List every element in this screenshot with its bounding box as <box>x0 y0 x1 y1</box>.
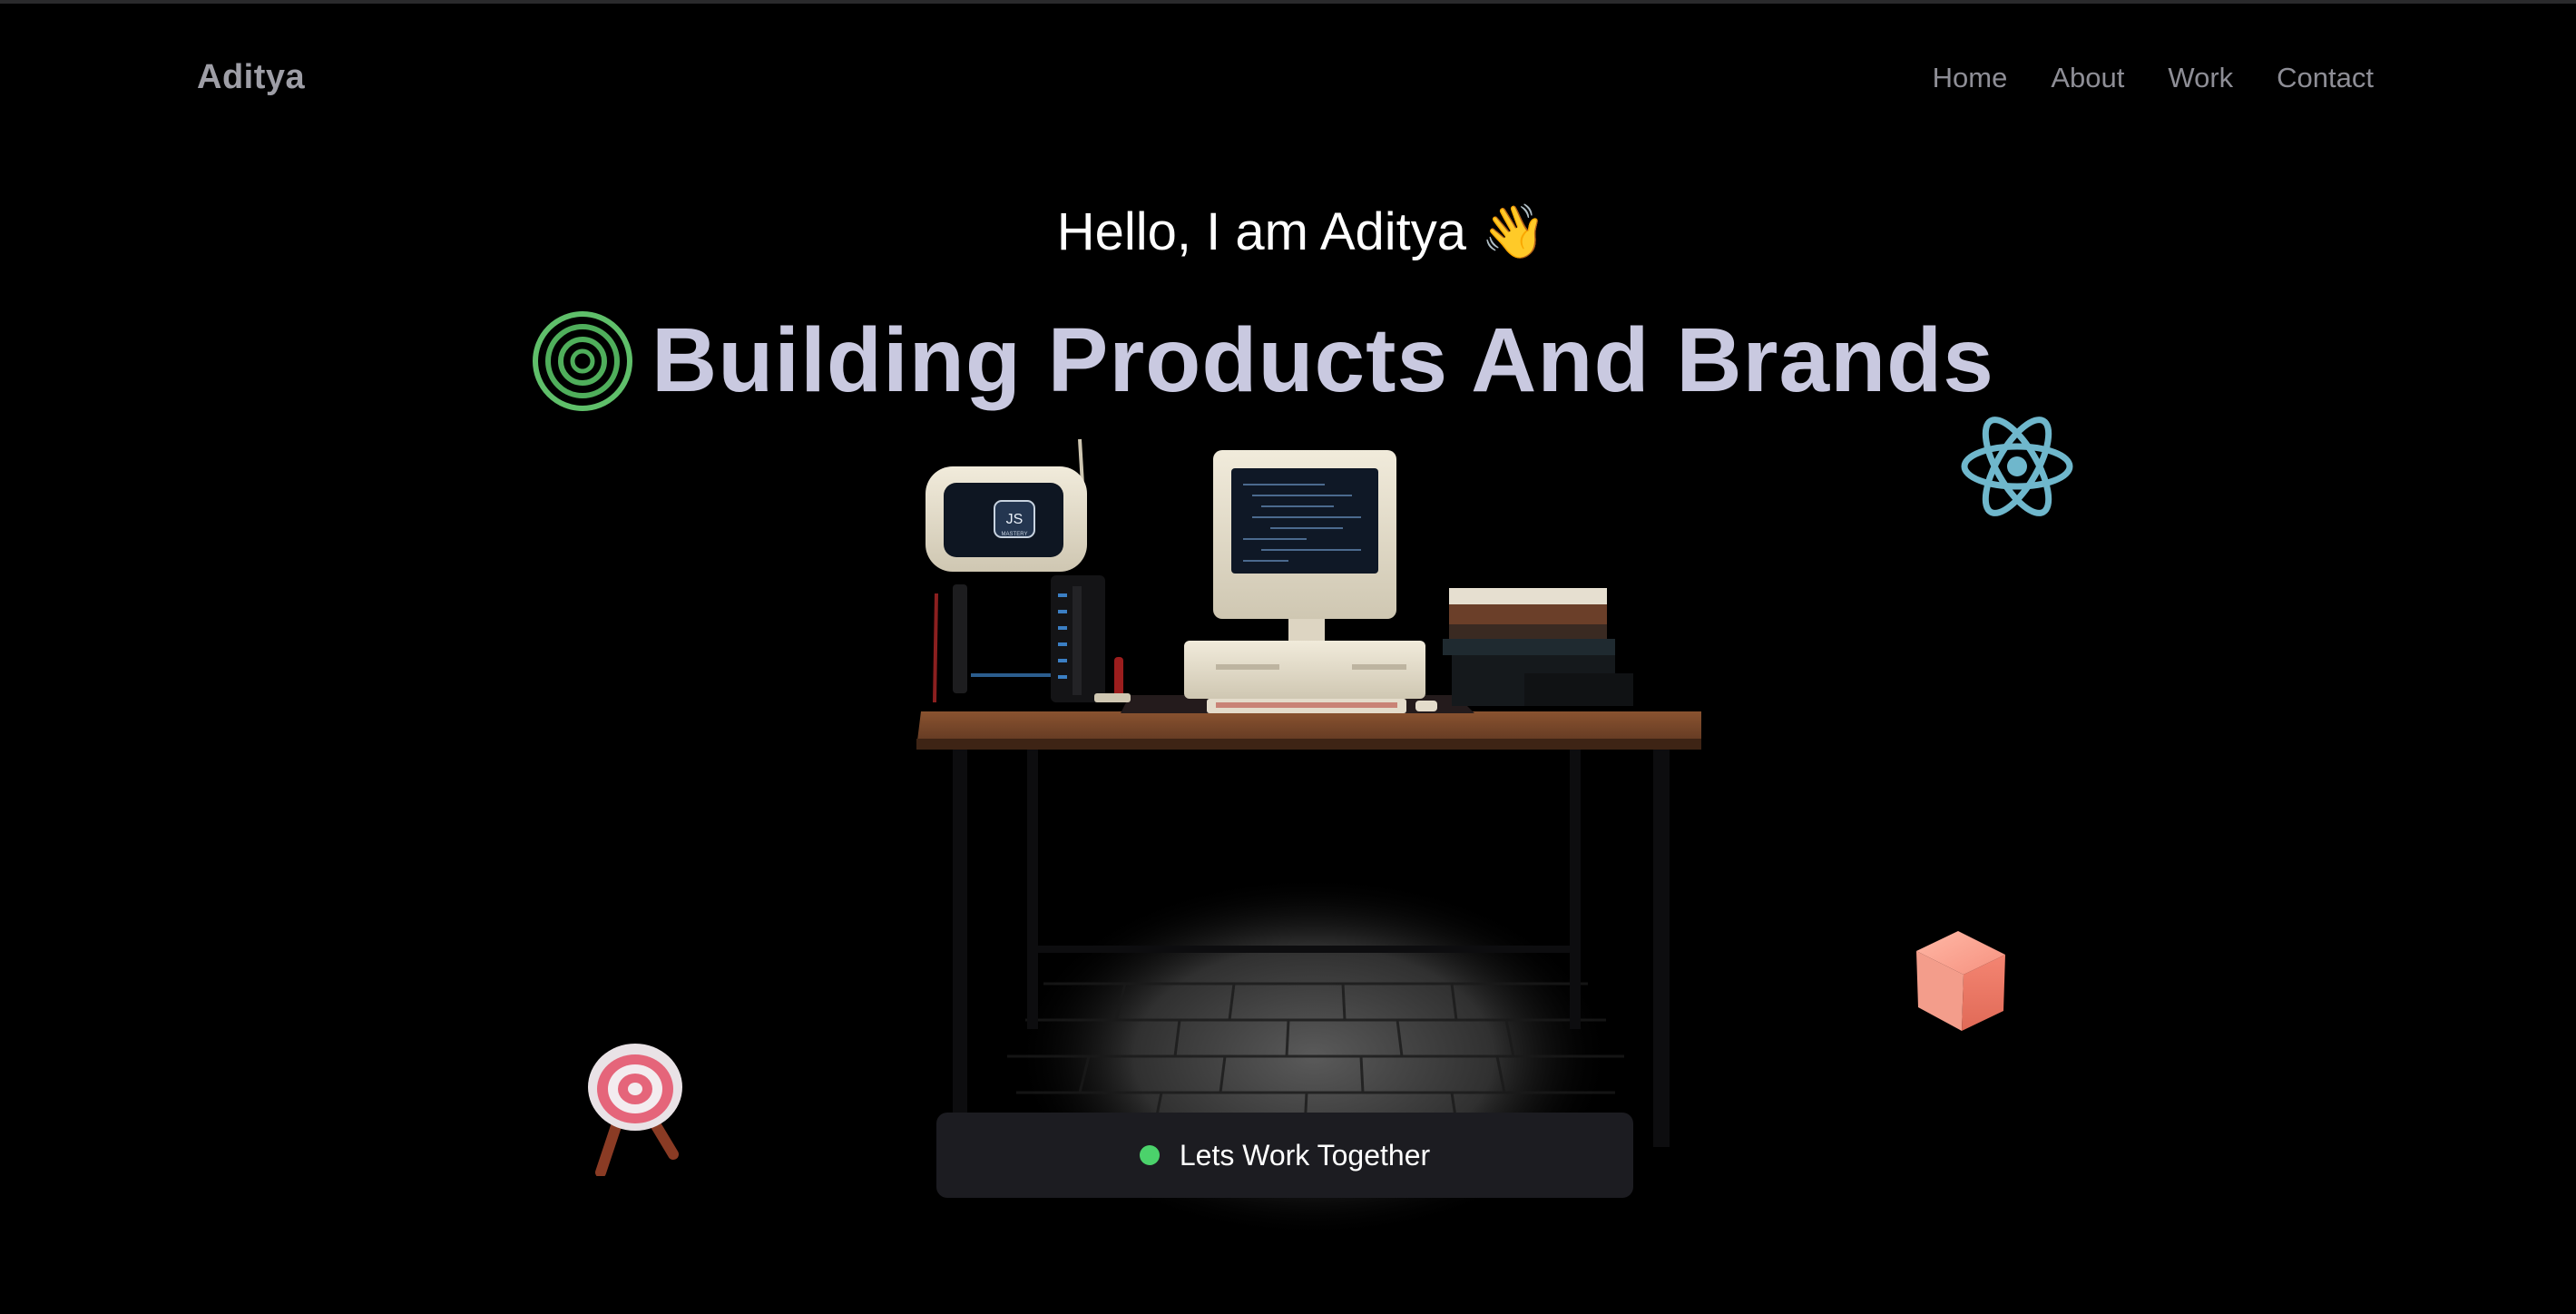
hero-greeting: Hello, I am Aditya 👋 <box>0 201 2576 263</box>
retro-tv: JS MASTERY <box>926 438 1087 572</box>
hero-headline-row: Building Products And Brands <box>532 309 1994 413</box>
brand-logo[interactable]: Aditya <box>197 58 305 97</box>
status-dot-icon <box>1139 1145 1160 1165</box>
hero-headline: Building Products And Brands <box>651 309 1994 411</box>
nav-about[interactable]: About <box>2051 62 2124 94</box>
desk-books <box>1443 588 1633 706</box>
greeting-text: Hello, I am Aditya <box>1056 202 1467 261</box>
lets-work-together-button[interactable]: Lets Work Together <box>936 1113 1633 1198</box>
portfolio-page: Aditya Home About Work Contact Hello, I … <box>0 0 2576 1314</box>
desk-gadgets <box>933 575 1131 703</box>
react-logo-icon <box>1961 417 2073 516</box>
rings-icon <box>533 310 632 411</box>
target-icon <box>588 1044 682 1176</box>
cube-icon <box>1916 931 2005 1031</box>
tv-screen-subtext: MASTERY <box>1002 532 1028 537</box>
main-nav: Home About Work Contact <box>1933 62 2374 94</box>
tv-screen-text: JS <box>1006 512 1024 527</box>
nav-home[interactable]: Home <box>1933 62 2008 94</box>
nav-contact[interactable]: Contact <box>2277 62 2374 94</box>
wave-hand-icon: 👋 <box>1481 202 1547 261</box>
cta-label: Lets Work Together <box>1179 1138 1431 1172</box>
nav-work[interactable]: Work <box>2168 62 2233 94</box>
retro-computer <box>1184 450 1437 713</box>
